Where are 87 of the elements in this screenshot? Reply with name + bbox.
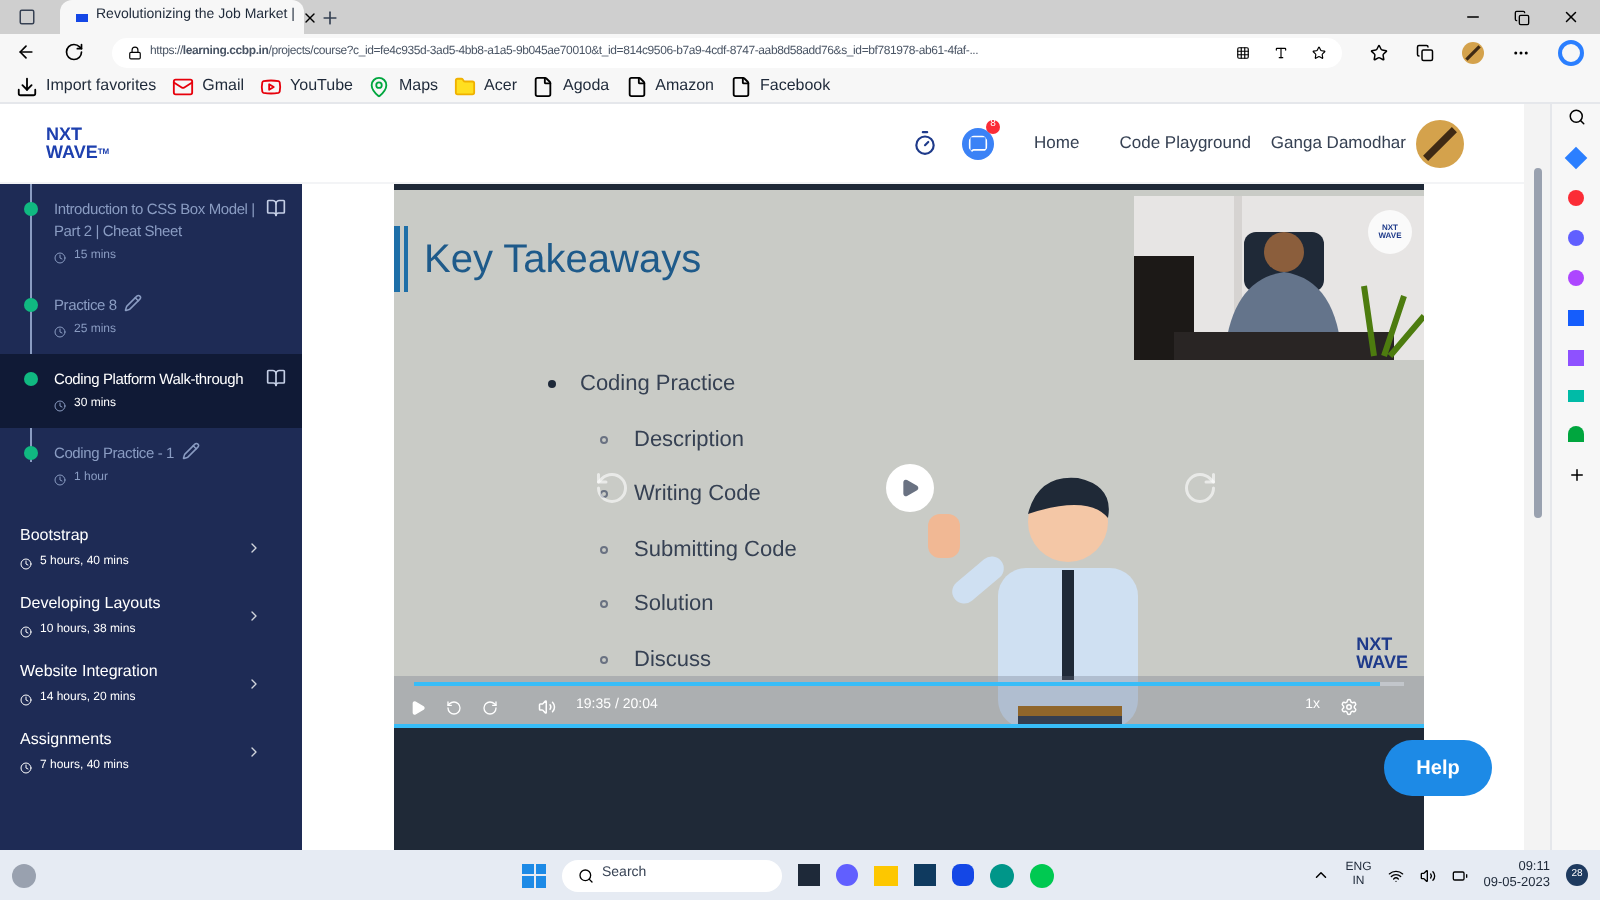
clock-icon xyxy=(20,761,32,773)
scrollbar-thumb[interactable] xyxy=(1533,168,1541,518)
bullet-icon xyxy=(548,380,556,389)
nav-link[interactable]: Home xyxy=(1034,130,1080,156)
play-icon xyxy=(900,478,920,498)
module-title: Website Integration xyxy=(20,660,160,684)
forward-icon[interactable] xyxy=(482,699,498,715)
bullet-icon xyxy=(600,600,608,609)
clock-icon xyxy=(20,557,32,569)
bookmark-link[interactable]: Acer xyxy=(484,74,517,98)
bullet-icon xyxy=(600,490,608,499)
bullet-text: Coding Practice xyxy=(580,370,736,400)
play-button[interactable] xyxy=(886,464,934,512)
bookmark-link[interactable]: Agoda xyxy=(562,74,610,98)
bullet-icon xyxy=(600,435,608,444)
search-icon[interactable] xyxy=(1567,108,1585,126)
assistant-icon[interactable] xyxy=(1558,39,1584,65)
battery-icon[interactable] xyxy=(1451,867,1468,883)
mail-icon xyxy=(172,75,195,97)
map-pin-icon xyxy=(368,75,391,97)
bullet-icon xyxy=(600,655,608,664)
reload-icon[interactable] xyxy=(64,42,84,62)
bookmark-link[interactable]: Amazon xyxy=(655,74,714,98)
bullet-text: Discuss xyxy=(634,645,712,675)
rewind-icon[interactable] xyxy=(594,470,630,506)
book-icon xyxy=(266,198,286,218)
favicon-icon xyxy=(76,13,88,21)
user-name: Ganga Damodhar xyxy=(1270,130,1406,156)
clock-icon xyxy=(54,325,66,337)
bullet-text: Solution xyxy=(634,590,714,620)
bookmark-link[interactable]: Import favorites xyxy=(46,74,157,98)
bookmark-link[interactable]: Facebook xyxy=(759,74,831,98)
folder-icon xyxy=(454,75,477,97)
page-icon xyxy=(625,75,648,97)
clock-icon xyxy=(54,473,66,485)
search-icon xyxy=(578,867,594,883)
pencil-icon xyxy=(124,294,143,312)
bullet-icon xyxy=(600,545,608,554)
nav-link[interactable]: Code Playground xyxy=(1119,130,1251,156)
tab-actions-icon[interactable] xyxy=(18,8,36,26)
bookmark-link[interactable]: YouTube xyxy=(290,74,353,98)
star-icon[interactable] xyxy=(1312,45,1326,59)
rewind-icon[interactable] xyxy=(446,699,462,715)
book-icon xyxy=(266,368,286,388)
clock-icon xyxy=(20,625,32,637)
clock-icon xyxy=(20,693,32,705)
module-title: Bootstrap xyxy=(20,524,91,548)
bookmark-link[interactable]: Gmail xyxy=(202,74,245,98)
chevron-icon xyxy=(246,540,262,556)
close-icon[interactable] xyxy=(1562,8,1580,26)
start-icon[interactable] xyxy=(522,863,546,887)
restore-icon[interactable] xyxy=(1514,9,1530,25)
back-icon[interactable] xyxy=(16,42,36,62)
chevron-icon xyxy=(246,744,262,760)
play-icon xyxy=(260,75,283,97)
import-icon xyxy=(16,75,38,97)
volume-icon[interactable] xyxy=(1419,867,1436,883)
read-aloud-icon[interactable] xyxy=(1274,45,1288,59)
pencil-icon xyxy=(181,442,200,460)
close-icon[interactable] xyxy=(302,9,319,25)
slide-title: Key Takeaways xyxy=(424,235,702,285)
chevron-icon xyxy=(246,676,262,692)
logo: NXT WAVE xyxy=(1356,636,1408,672)
bookmark-link[interactable]: Maps xyxy=(398,74,439,98)
new-tab-icon[interactable] xyxy=(320,7,340,27)
favorites-icon[interactable] xyxy=(1370,43,1388,61)
clock-icon xyxy=(54,251,66,263)
grid-icon[interactable] xyxy=(1236,45,1250,59)
page-icon xyxy=(532,75,555,97)
chevron-icon xyxy=(246,608,262,624)
tray-icon[interactable] xyxy=(1311,866,1330,884)
add-icon[interactable] xyxy=(1567,466,1585,484)
wifi-icon[interactable] xyxy=(1387,867,1404,883)
timer-icon[interactable] xyxy=(912,130,939,156)
clock-icon xyxy=(54,399,66,411)
bullet-text: Writing Code xyxy=(634,480,761,510)
bullet-text: Description xyxy=(634,425,745,455)
bullet-text: Submitting Code xyxy=(634,535,797,565)
settings-icon[interactable] xyxy=(1340,698,1358,716)
collections-icon[interactable] xyxy=(1416,43,1434,61)
page-icon xyxy=(729,75,752,97)
tag-icon[interactable] xyxy=(1564,146,1588,170)
help-button[interactable]: Help xyxy=(1384,740,1492,796)
module-title: Assignments xyxy=(20,728,114,752)
play-icon[interactable] xyxy=(410,699,426,715)
module-title: Developing Layouts xyxy=(20,592,163,616)
lock-icon xyxy=(128,45,142,59)
